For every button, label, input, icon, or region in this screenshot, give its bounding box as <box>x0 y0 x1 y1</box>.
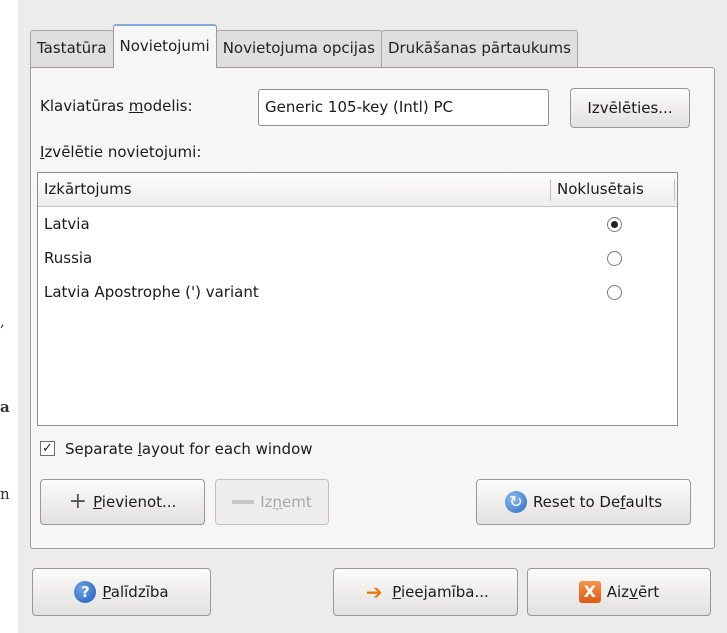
choose-model-label: Izvēlēties... <box>587 99 673 117</box>
remove-layout-button[interactable]: Izņemt <box>215 479 329 525</box>
close-label: Aizvērt <box>606 583 660 601</box>
keyboard-preferences-dialog: Tastatūra Novietojumi Novietojuma opcija… <box>18 0 727 633</box>
remove-layout-label: Izņemt <box>260 493 312 511</box>
list-item[interactable]: Latvia <box>38 207 677 241</box>
separate-layout-checkbox[interactable]: ✓ <box>40 441 55 456</box>
stray-glyph-comma: , <box>0 312 5 330</box>
column-header-default[interactable]: Noklusētais <box>557 173 644 206</box>
selected-layouts-label: Izvēlētie novietojumi: <box>40 143 202 161</box>
close-button[interactable]: X Aizvērt <box>527 568 711 616</box>
accessibility-label: Pieejamība... <box>392 583 489 601</box>
reset-defaults-label: Reset to Defaults <box>532 493 663 511</box>
default-radio[interactable] <box>607 251 622 266</box>
notebook: Tastatūra Novietojumi Novietojuma opcija… <box>30 24 715 549</box>
keyboard-model-label: Klaviatūras modelis: <box>40 97 193 115</box>
layouts-list[interactable]: Izkārtojums Noklusētais Latvia Russia La… <box>37 172 678 426</box>
column-header-layout[interactable]: Izkārtojums <box>44 173 132 206</box>
add-layout-label: Pievienot... <box>93 493 177 511</box>
default-radio[interactable] <box>607 217 622 232</box>
layout-name: Latvia Apostrophe (') variant <box>44 283 259 301</box>
minus-icon <box>232 500 255 504</box>
layouts-page: Klaviatūras modelis: Generic 105-key (In… <box>30 67 715 549</box>
help-button[interactable]: ? Palīdzība <box>32 568 211 616</box>
choose-model-button[interactable]: Izvēlēties... <box>570 88 690 128</box>
list-item[interactable]: Latvia Apostrophe (') variant <box>38 275 677 309</box>
list-header: Izkārtojums Noklusētais <box>38 173 677 207</box>
layout-name: Latvia <box>44 215 90 233</box>
tab-keyboard[interactable]: Tastatūra <box>30 30 114 68</box>
help-icon: ? <box>74 581 97 603</box>
add-layout-button[interactable]: + Pievienot... <box>40 479 205 525</box>
reset-to-defaults-button[interactable]: ↻ Reset to Defaults <box>476 479 691 525</box>
separate-layout-label[interactable]: Separate layout for each window <box>65 440 313 458</box>
column-separator <box>674 179 675 201</box>
help-label: Palīdzība <box>102 583 169 601</box>
close-icon: X <box>578 581 601 603</box>
tab-typing-break[interactable]: Drukāšanas pārtaukums <box>380 30 578 68</box>
layout-name: Russia <box>44 249 93 267</box>
accessibility-icon: ➔ <box>365 580 383 604</box>
refresh-icon: ↻ <box>504 491 527 513</box>
plus-icon: + <box>68 489 88 514</box>
keyboard-model-field[interactable]: Generic 105-key (Intl) PC <box>258 89 549 126</box>
tab-bar: Tastatūra Novietojumi Novietojuma opcija… <box>30 24 578 68</box>
list-item[interactable]: Russia <box>38 241 677 275</box>
stray-glyph-a: a <box>0 398 10 416</box>
tab-layouts[interactable]: Novietojumi <box>112 24 217 68</box>
accessibility-button[interactable]: ➔ Pieejamība... <box>333 568 518 616</box>
default-radio[interactable] <box>607 285 622 300</box>
stray-glyph-n: n <box>0 485 10 503</box>
column-separator <box>550 179 551 201</box>
tab-layout-options[interactable]: Novietojuma opcijas <box>215 30 382 68</box>
